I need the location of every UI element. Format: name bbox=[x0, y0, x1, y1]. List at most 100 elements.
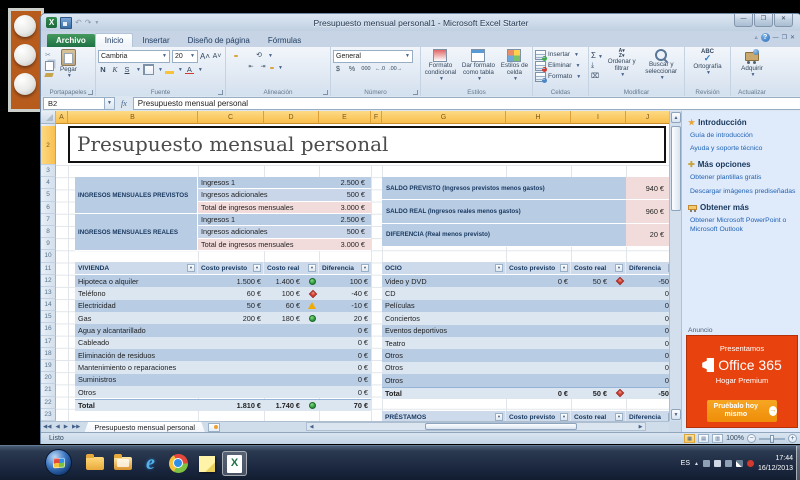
zoom-slider-thumb[interactable] bbox=[770, 435, 774, 443]
row-header[interactable]: 7 bbox=[41, 214, 56, 226]
row-header[interactable]: 9 bbox=[41, 238, 56, 250]
table-row[interactable]: Ingresos adicionales500 € bbox=[198, 189, 371, 201]
taskbar-ie-button[interactable]: e bbox=[138, 451, 163, 476]
scroll-up-icon[interactable]: ▲ bbox=[671, 112, 681, 123]
title-bar[interactable]: X ↶ ↷ ▼ Presupuesto mensual personal1 - … bbox=[41, 14, 800, 31]
row-header[interactable]: 19 bbox=[41, 360, 56, 372]
show-desktop-button[interactable] bbox=[796, 446, 800, 480]
row-header[interactable]: 15 bbox=[41, 311, 56, 323]
copy-icon[interactable] bbox=[45, 61, 54, 71]
table-row[interactable]: Eliminación de residuos 0 € bbox=[75, 349, 371, 361]
table-row[interactable]: Total de ingresos mensuales3.000 € bbox=[198, 202, 371, 214]
dialog-launcher-icon[interactable] bbox=[323, 90, 328, 95]
language-indicator[interactable]: ES bbox=[681, 460, 690, 467]
scroll-right-icon[interactable]: ▶ bbox=[636, 424, 645, 430]
grow-font-icon[interactable]: A˄ bbox=[200, 51, 210, 62]
filter-icon[interactable] bbox=[361, 264, 369, 272]
column-header[interactable]: A bbox=[56, 111, 68, 124]
table-row[interactable]: Otros 0 € bbox=[382, 362, 669, 374]
row-header[interactable]: 12 bbox=[41, 275, 56, 287]
cut-icon[interactable]: ✂ bbox=[45, 51, 54, 59]
pane-link[interactable]: Obtener plantillas gratis bbox=[690, 173, 798, 182]
filter-icon[interactable] bbox=[308, 264, 316, 272]
table-row[interactable]: Video y DVD 0 € 50 € -50 € bbox=[382, 275, 669, 287]
select-all-corner[interactable] bbox=[41, 111, 56, 124]
column-header[interactable]: F bbox=[371, 111, 382, 124]
dialog-launcher-icon[interactable] bbox=[218, 90, 223, 95]
conditional-format-button[interactable]: Formato condicional▼ bbox=[423, 49, 458, 88]
income-real-table[interactable]: INGRESOS MENSUALES REALES Ingresos 12.50… bbox=[75, 214, 371, 251]
row-header[interactable]: 22 bbox=[41, 397, 56, 409]
page-break-view-icon[interactable]: ▥ bbox=[712, 434, 723, 443]
table-row[interactable]: Cableado 0 € bbox=[75, 337, 371, 349]
ribbon-collapse-icon[interactable]: ▵ bbox=[755, 34, 758, 41]
row-header[interactable]: 18 bbox=[41, 348, 56, 360]
taskbar-notes-button[interactable] bbox=[194, 451, 219, 476]
ocio-total-row[interactable]: Total 0 € 50 € -50 € bbox=[382, 387, 669, 400]
table-row[interactable]: Otros 0 € bbox=[382, 349, 669, 361]
font-color-icon[interactable]: A bbox=[185, 65, 194, 74]
close-button[interactable]: ✕ bbox=[774, 14, 793, 27]
doc-minimize-icon[interactable]: — bbox=[773, 35, 779, 41]
table-row[interactable]: Hipoteca o alquiler 1.500 € 1.400 € 100 … bbox=[75, 275, 371, 287]
table-row[interactable]: SALDO REAL (Ingresos reales menos gastos… bbox=[382, 200, 669, 223]
table-row[interactable]: Otros 0 € bbox=[382, 374, 669, 386]
dialog-launcher-icon[interactable] bbox=[88, 90, 93, 95]
table-row[interactable]: Películas 0 € bbox=[382, 300, 669, 312]
column-header[interactable]: G bbox=[382, 111, 506, 124]
filter-icon[interactable] bbox=[253, 264, 261, 272]
filter-icon[interactable] bbox=[615, 413, 623, 421]
orientation-icon[interactable]: ⟲ bbox=[254, 50, 264, 61]
pane-link[interactable]: Ayuda y soporte técnico bbox=[690, 144, 798, 153]
zoom-slider[interactable] bbox=[759, 438, 785, 440]
taskbar-excel-button[interactable] bbox=[222, 451, 247, 476]
percent-format-icon[interactable]: % bbox=[347, 64, 357, 75]
dialog-launcher-icon[interactable] bbox=[413, 90, 418, 95]
column-header[interactable]: I bbox=[571, 111, 626, 124]
pane-link[interactable]: Obtener Microsoft PowerPoint o Microsoft… bbox=[690, 216, 798, 234]
ocio-header[interactable]: OCIO Costo previsto Costo real Diferenci… bbox=[382, 262, 669, 275]
name-box-dropdown-icon[interactable]: ▼ bbox=[105, 97, 115, 110]
tray-volume-icon[interactable] bbox=[747, 460, 754, 467]
doc-restore-icon[interactable]: ❐ bbox=[782, 34, 787, 41]
align-center-icon[interactable] bbox=[234, 67, 238, 69]
table-row[interactable]: Teatro 0 € bbox=[382, 337, 669, 349]
row-header[interactable]: 2 bbox=[41, 126, 56, 165]
align-top-icon[interactable] bbox=[228, 55, 232, 57]
table-row[interactable]: CD 0 € bbox=[382, 287, 669, 299]
underline-button[interactable]: S bbox=[122, 64, 132, 75]
office365-ad[interactable]: Presentamos Office 365 Hogar Premium Pru… bbox=[686, 335, 798, 428]
clear-icon[interactable]: ⌧ bbox=[591, 72, 603, 80]
balance-summary-table[interactable]: SALDO PREVISTO (Ingresos previstos menos… bbox=[382, 177, 669, 247]
vivienda-header[interactable]: VIVIENDA Costo previsto Costo real Difer… bbox=[75, 262, 371, 275]
row-header[interactable]: 11 bbox=[41, 263, 56, 275]
maximize-button[interactable]: ❐ bbox=[754, 14, 773, 27]
font-name-select[interactable]: Cambria▼ bbox=[98, 50, 170, 63]
filter-icon[interactable] bbox=[560, 413, 568, 421]
fill-color-icon[interactable] bbox=[165, 65, 174, 74]
horizontal-scrollbar[interactable]: ◀ ▶ bbox=[306, 422, 646, 431]
column-header[interactable]: B bbox=[68, 111, 198, 124]
taskbar-chrome-button[interactable] bbox=[166, 451, 191, 476]
table-row[interactable]: Conciertos 0 € bbox=[382, 312, 669, 324]
scroll-down-icon[interactable]: ▼ bbox=[671, 409, 681, 420]
minimize-button[interactable]: — bbox=[734, 14, 753, 27]
row-header[interactable]: 10 bbox=[41, 250, 56, 262]
zoom-out-icon[interactable]: − bbox=[747, 434, 756, 443]
find-select-button[interactable]: Buscar y seleccionar▼ bbox=[640, 49, 682, 88]
table-row[interactable]: Suministros 0 € bbox=[75, 374, 371, 386]
fx-icon[interactable]: fx bbox=[115, 99, 133, 108]
table-row[interactable]: Total de ingresos mensuales3.000 € bbox=[198, 239, 371, 251]
tray-network-icon[interactable] bbox=[736, 460, 743, 467]
table-row[interactable]: Eventos deportivos 0 € bbox=[382, 325, 669, 337]
help-icon[interactable]: ? bbox=[761, 33, 770, 42]
autosum-icon[interactable]: Σ▼ bbox=[591, 51, 603, 60]
zoom-level[interactable]: 100% bbox=[726, 435, 744, 442]
scroll-thumb[interactable] bbox=[671, 126, 681, 211]
normal-view-icon[interactable]: ▦ bbox=[684, 434, 695, 443]
font-size-select[interactable]: 20▼ bbox=[172, 50, 198, 63]
filter-icon[interactable] bbox=[187, 264, 195, 272]
tray-monitor-icon[interactable] bbox=[703, 460, 710, 467]
last-sheet-icon[interactable]: ▶▶ bbox=[70, 424, 82, 430]
column-header[interactable]: D bbox=[264, 111, 319, 124]
